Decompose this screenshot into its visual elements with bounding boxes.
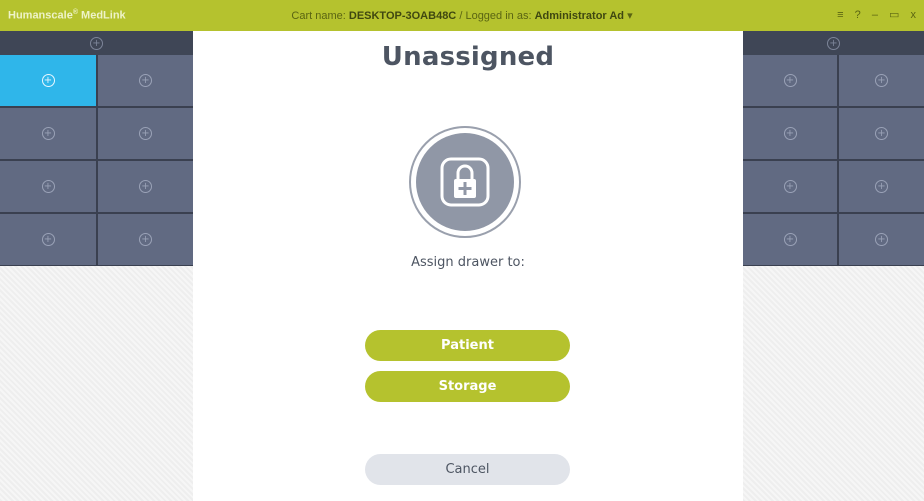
add-icon: + — [41, 180, 55, 193]
title-bar: Humanscale® MedLink Cart name: DESKTOP-3… — [0, 0, 924, 31]
cart-name: DESKTOP-3OAB48C — [348, 10, 457, 22]
add-icon: + — [139, 233, 152, 246]
drawer-cell[interactable]: + — [743, 161, 837, 212]
drawer-cell[interactable]: + — [0, 214, 96, 265]
drawer-cell[interactable]: + — [743, 214, 837, 265]
drawer-cell[interactable]: + — [0, 108, 96, 159]
right-panel-header[interactable]: + — [743, 31, 924, 55]
drawer-cell[interactable]: + — [0, 161, 96, 212]
right-drawer-grid: + + + + + + + + — [743, 55, 924, 266]
drawer-cell[interactable]: + — [743, 108, 837, 159]
drawer-cell[interactable]: + — [98, 55, 193, 106]
drawer-cell[interactable]: + — [743, 55, 837, 106]
drawer-cell[interactable]: + — [0, 55, 96, 106]
drawer-cell[interactable]: + — [98, 161, 193, 212]
add-icon: + — [139, 127, 152, 140]
add-icon: + — [41, 233, 55, 246]
add-icon: + — [41, 127, 55, 140]
add-icon: + — [139, 180, 152, 193]
cancel-button[interactable]: Cancel — [365, 454, 570, 485]
storage-button[interactable]: Storage — [365, 371, 570, 402]
add-icon: + — [783, 127, 797, 140]
left-drawer-grid: + + + + + + + + — [0, 55, 193, 266]
dialog-title: Unassigned — [381, 42, 555, 72]
user-menu[interactable]: Administrator Ad — [535, 10, 624, 22]
add-icon: + — [783, 180, 797, 193]
drawer-cell[interactable]: + — [839, 55, 924, 106]
cart-info: Cart name: DESKTOP-3OAB48C / Logged in a… — [0, 9, 924, 22]
menu-icon[interactable]: ≡ — [837, 9, 843, 21]
add-icon: + — [875, 180, 888, 193]
drawer-cell[interactable]: + — [839, 108, 924, 159]
drawer-cell[interactable]: + — [839, 161, 924, 212]
left-drawer-panel: + + + + + + + + + — [0, 31, 193, 501]
add-icon: + — [783, 74, 797, 87]
help-icon[interactable]: ? — [855, 9, 861, 21]
chevron-down-icon[interactable]: ▾ — [627, 10, 633, 22]
add-icon[interactable]: + — [827, 36, 840, 50]
lock-plus-icon — [409, 126, 521, 238]
add-icon: + — [875, 74, 888, 87]
drawer-cell[interactable]: + — [98, 108, 193, 159]
logged-label: Logged in as: — [465, 10, 532, 22]
close-icon[interactable]: x — [911, 9, 917, 21]
add-icon: + — [783, 233, 797, 246]
add-icon: + — [875, 233, 888, 246]
minimize-icon[interactable]: – — [872, 9, 878, 21]
right-drawer-panel: + + + + + + + + + — [743, 31, 924, 501]
patient-button[interactable]: Patient — [365, 330, 570, 361]
drawer-cell[interactable]: + — [98, 214, 193, 265]
add-icon: + — [875, 127, 888, 140]
assign-drawer-dialog: Unassigned Assign drawer to: Patient Sto… — [193, 31, 743, 501]
add-icon[interactable]: + — [90, 36, 103, 50]
cart-label: Cart name: — [291, 10, 346, 22]
add-icon: + — [139, 74, 152, 87]
assign-label: Assign drawer to: — [411, 255, 525, 270]
restore-icon[interactable]: ▭ — [889, 8, 899, 21]
drawer-cell[interactable]: + — [839, 214, 924, 265]
left-panel-header[interactable]: + — [0, 31, 193, 55]
separator: / — [459, 10, 463, 22]
add-icon: + — [41, 74, 55, 87]
window-controls: ≡ ? – ▭ x — [837, 8, 924, 21]
